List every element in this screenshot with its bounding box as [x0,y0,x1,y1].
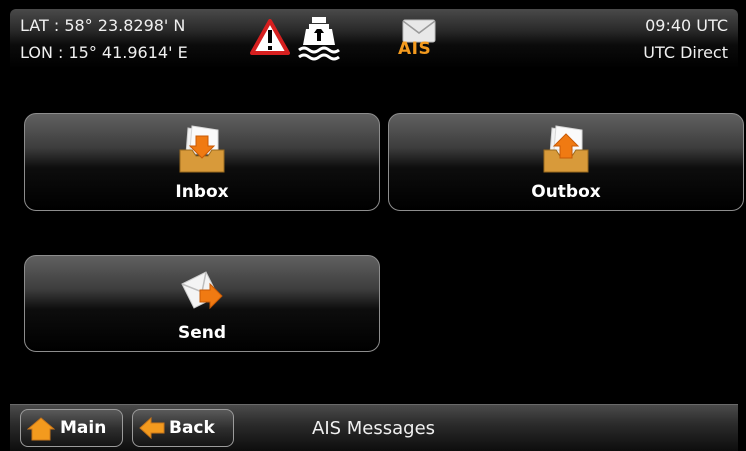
back-arrow-icon [139,417,165,439]
outbox-tray-icon [543,125,589,173]
back-button[interactable]: Back [132,409,234,447]
longitude-readout: LON : 15° 41.9614' E [20,43,188,62]
ais-messages-screen: LAT : 58° 23.8298' N LON : 15° 41.9614' … [0,0,746,451]
main-label: Main [60,418,107,438]
back-label: Back [169,418,215,438]
ais-label: AIS [398,39,432,59]
send-label: Send [177,323,227,343]
utc-time: 09:40 UTC [645,16,728,35]
outbox-button[interactable]: Outbox [388,113,744,211]
time-source: UTC Direct [643,43,728,62]
ship-icon[interactable] [297,15,341,61]
screen-title: AIS Messages [312,418,436,439]
latitude-readout: LAT : 58° 23.8298' N [20,16,186,35]
main-button[interactable]: Main [20,409,123,447]
warning-triangle-icon[interactable] [250,19,290,55]
send-button[interactable]: Send [24,255,380,352]
inbox-button[interactable]: Inbox [24,113,380,211]
inbox-tray-icon [179,125,225,173]
outbox-label: Outbox [531,182,601,202]
bottom-nav-bar: Main Back AIS Messages [10,404,738,451]
home-icon [27,417,55,441]
inbox-label: Inbox [175,182,229,202]
send-envelope-icon [181,271,223,310]
status-bar: LAT : 58° 23.8298' N LON : 15° 41.9614' … [10,9,738,69]
